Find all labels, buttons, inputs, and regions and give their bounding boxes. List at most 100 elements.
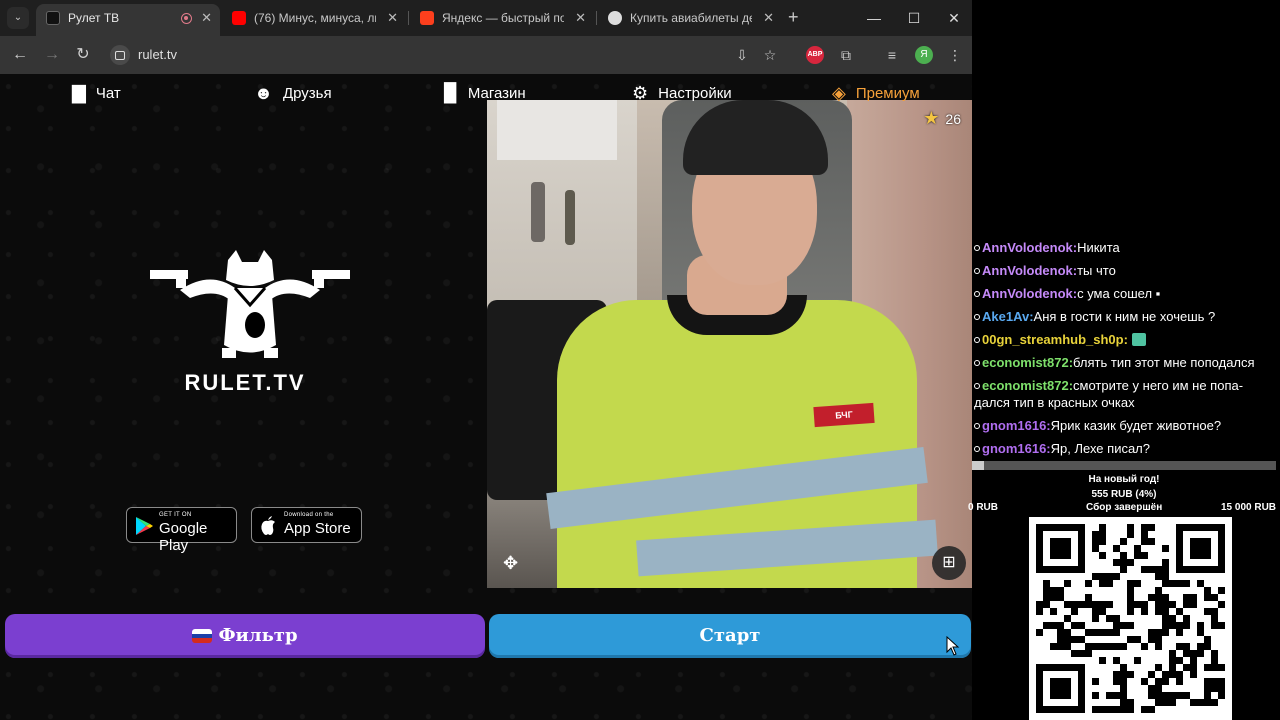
rulet-page: RULET.TV GET IT ON Google Play Download … [0,74,972,720]
chat-username: gnom1616: [982,441,1051,456]
screen: ⌄ Рулет ТВ ✕ (76) Минус, минуса, лирика … [0,0,1280,720]
chat-bullet-icon [974,245,980,251]
chat-text: с ума сошел ▪ [1077,286,1161,301]
google-play-badge[interactable]: GET IT ON Google Play [126,507,237,554]
nav-chat-label: Чат [95,84,121,102]
chat-username: gnom1616: [982,418,1051,433]
close-window-icon[interactable]: ✕ [942,6,966,30]
install-app-icon[interactable]: ⇩ [732,45,752,65]
chat-bullet-icon [974,337,980,343]
chat-text: ты что [1077,263,1116,278]
nav-premium-label: Премиум [855,84,920,102]
adblock-extension-icon[interactable]: ABP [806,46,824,64]
chat-username: AnnVolodenok: [982,286,1078,301]
chat-bullet-icon [974,291,980,297]
gift-icon[interactable]: ⊞ [932,546,966,580]
cat-with-guns-logo-icon [150,250,350,358]
yandex-favicon-icon [420,11,434,25]
aviasales-favicon-icon [608,11,622,25]
goal-title: На новый год! [1088,474,1160,485]
star-icon: ★ [923,108,940,128]
brand-block: RULET.TV [140,250,350,400]
chat-text: Аня в гости к ним не хочешь ? [1033,309,1216,324]
nav-chat[interactable]: ▇ Чат [72,76,121,110]
chat-username: AnnVolodenok: [982,240,1078,255]
url-text[interactable]: rulet.tv [138,40,177,70]
tab-rulet[interactable]: Рулет ТВ ✕ [36,4,220,36]
brand-name: RULET.TV [184,370,306,395]
recording-icon [181,13,192,24]
goal-progress-bar [972,461,1276,470]
youtube-favicon-icon [232,11,246,25]
reload-icon[interactable]: ↻ [71,44,95,66]
chat-username: economist872: [982,355,1074,370]
start-label: Старт [699,625,761,646]
chat-message: gnom1616:Ярик казик будет животное? [972,414,1280,437]
tab-aviasales[interactable]: Купить авиабилеты дешево ✕ [598,4,782,32]
goal-row: 0 RUB Сбор завершён 15 000 RUB [968,502,1280,514]
chat-emote-icon [1131,333,1146,346]
tab-title: Рулет ТВ [68,11,120,25]
chat-message: 00gn_streamhub_sh0p: [972,328,1280,351]
site-info-icon[interactable] [110,45,130,65]
back-arrow-icon[interactable]: ← [8,44,32,66]
star-counter[interactable]: ★ 26 [923,108,961,129]
nav-premium[interactable]: ◈ Премиум [832,76,920,110]
tab-separator [596,11,597,25]
goal-raised: 555 RUB (4%) [1091,489,1157,500]
goal-status: Сбор завершён [1086,502,1163,513]
chat-message: Ake1Av:Аня в гости к ним не хочешь ? [972,305,1280,328]
chat-message: AnnVolodenok:Никита [972,236,1280,259]
mouse-cursor-icon [946,636,960,656]
tab-yandex[interactable]: Яндекс — быстрый поиск ✕ [410,4,594,32]
nav-settings[interactable]: ⚙ Настройки [632,76,732,110]
chat-username: 00gn_streamhub_sh0p: [982,332,1128,347]
star-count: 26 [945,110,961,127]
chat-text: блять тип этот мне поподался [1073,355,1255,370]
browser-toolbar: ← → ↻ rulet.tv ⇩ ☆ ABP ⧉ ≡ Я ⋮ [0,36,972,74]
nav-shop[interactable]: ▉ Магазин [444,76,526,110]
filter-label: Фильтр [218,625,298,646]
browser-tab-bar: ⌄ Рулет ТВ ✕ (76) Минус, минуса, лирика … [0,0,972,36]
chat-message: gnom1616:Яр, Лехе писал? [972,437,1280,460]
stream-chat: AnnVolodenok:Никита AnnVolodenok:ты что An… [972,236,1280,460]
filter-button[interactable]: Фильтр [5,614,485,658]
close-tab-icon[interactable]: ✕ [763,4,774,32]
tab-separator [408,11,409,25]
minimize-icon[interactable]: — [862,6,886,30]
browser-menu-icon[interactable]: ⋮ [945,45,965,65]
start-button[interactable]: Старт [489,614,971,658]
extensions-puzzle-icon[interactable]: ⧉ [836,45,856,65]
chat-bullet-icon [974,314,980,320]
nav-friends-label: Друзья [282,84,332,102]
forward-arrow-icon[interactable]: → [40,44,64,66]
new-tab-plus-icon[interactable]: + [788,6,804,30]
close-tab-icon[interactable]: ✕ [575,4,586,32]
partner-video[interactable]: БЧГ ★ 26 ✥ ⊞ [487,100,972,588]
russia-flag-icon [192,629,213,643]
maximize-icon[interactable]: ☐ [902,6,926,30]
chat-bullet-icon [974,360,980,366]
goal-progress-fill [972,461,985,470]
nav-friends[interactable]: ☻ Друзья [254,76,332,110]
profile-avatar[interactable]: Я [915,46,933,64]
chat-bullet-icon [974,423,980,429]
gear-icon: ⚙ [632,82,649,103]
nav-shop-label: Магазин [467,84,526,102]
chat-bullet-icon [974,446,980,452]
gamepad-icon[interactable]: ✥ [503,553,518,574]
google-play-icon [136,517,153,535]
address-bar[interactable]: rulet.tv [106,40,790,70]
tab-youtube[interactable]: (76) Минус, минуса, лирика ✕ [222,4,406,32]
close-tab-icon[interactable]: ✕ [201,4,212,32]
chat-text: Яр, Лехе писал? [1050,441,1151,456]
chat-message: economist872:смотрите у него им не попа-… [972,374,1280,414]
bookmark-star-icon[interactable]: ☆ [760,45,780,65]
rulet-favicon-icon [46,11,60,25]
app-store-badge[interactable]: Download on the App Store [251,507,362,543]
tab-search-button[interactable]: ⌄ [7,7,29,29]
media-controls-icon[interactable]: ≡ [882,45,902,65]
shopping-bag-icon: ▉ [444,82,458,103]
goal-max: 15 000 RUB [1221,502,1277,513]
close-tab-icon[interactable]: ✕ [387,4,398,32]
